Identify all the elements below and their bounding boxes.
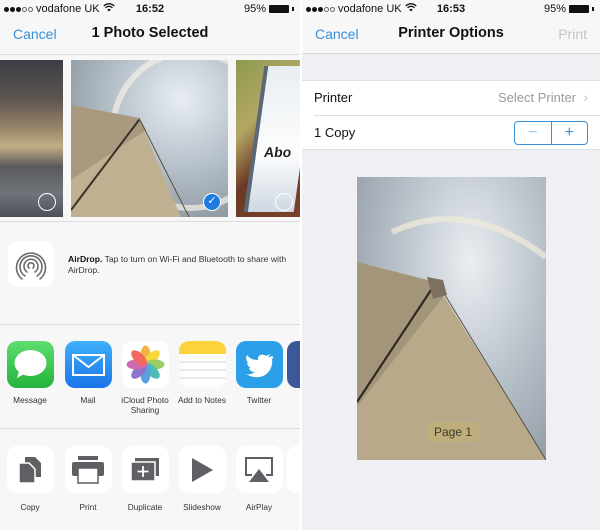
copies-stepper[interactable]: − + [514,121,588,145]
umbrella-image [71,60,228,217]
divider [0,54,300,55]
battery-icon [569,5,589,13]
select-circle[interactable] [38,193,56,211]
divider [0,428,300,429]
cancel-button[interactable]: Cancel [315,26,359,42]
printer-row[interactable]: Printer Select Printer › [302,81,600,115]
airplay-icon [235,446,283,493]
printer-label: Printer [314,90,353,105]
airdrop-section[interactable]: AirDrop. Tap to turn on Wi-Fi and Blueto… [0,225,300,323]
share-app-message[interactable]: Message [1,341,59,405]
increment-button[interactable]: + [552,122,588,144]
share-app-add-to-notes[interactable]: Add to Notes [173,341,231,405]
facebook-icon [287,341,300,388]
mail-icon [64,341,112,388]
print-icon [64,446,112,493]
share-app-icloud-photo-sharing[interactable]: iCloud Photo Sharing [116,341,174,415]
notes-icon [178,341,226,388]
action-airplay[interactable]: AirPlay [230,446,288,512]
decrement-button[interactable]: − [515,122,552,144]
book-image: Abo [243,66,300,212]
airdrop-description: AirDrop. Tap to turn on Wi-Fi and Blueto… [68,254,287,275]
action-slideshow[interactable]: Slideshow [173,446,231,512]
twitter-icon [235,341,283,388]
action-duplicate[interactable]: Duplicate [116,446,174,512]
battery-percent: 95% [243,3,266,15]
preview-image [357,216,546,460]
photo-thumbnail[interactable]: Abo [236,60,300,217]
photos-icon [121,341,169,388]
status-bar: vodafone UK 16:52 95% [0,0,300,18]
printer-options-panel: vodafone UK 16:53 95% Cancel Printer Opt… [302,0,600,530]
photo-thumbnail[interactable] [0,60,63,217]
share-app-facebook[interactable] [287,341,300,388]
slideshow-icon [178,446,226,493]
battery-percent: 95% [543,3,566,15]
cancel-button[interactable]: Cancel [13,26,57,42]
airdrop-icon[interactable] [8,241,54,287]
share-sheet-panel: vodafone UK 16:52 95% Cancel 1 Photo Sel… [0,0,300,530]
action-more[interactable] [287,446,300,493]
divider [0,324,300,325]
share-apps-row[interactable]: Message Mail iCloud Photo Sharing Add to… [0,330,300,425]
status-bar: vodafone UK 16:53 95% [302,0,600,18]
action-print[interactable]: Print [59,446,117,512]
printer-options-table: Printer Select Printer › 1 Copy − + [302,80,600,150]
divider [0,221,300,222]
message-icon [6,341,54,388]
photo-strip[interactable]: ✓ Abo [0,57,300,217]
action-copy[interactable]: Copy [1,446,59,512]
actions-row[interactable]: Copy Print Duplicate Slideshow AirPlay [0,430,300,530]
select-circle[interactable] [275,193,293,211]
share-app-mail[interactable]: Mail [59,341,117,405]
chevron-right-icon: › [583,90,588,105]
checkmark-icon[interactable]: ✓ [203,193,221,211]
battery-icon [269,5,289,13]
battery-indicator: 95% [244,3,294,15]
page-number-badge: Page 1 [427,422,480,442]
copy-icon [6,446,54,493]
copies-label: 1 Copy [314,125,356,140]
copies-row: 1 Copy − + [314,115,600,149]
print-preview[interactable]: Page 1 [357,177,546,460]
battery-indicator: 95% [544,3,594,15]
duplicate-icon [121,446,169,493]
photo-thumbnail-selected[interactable]: ✓ [71,60,228,217]
nav-bar: Cancel 1 Photo Selected [0,18,300,52]
nav-bar: Cancel Printer Options Print [302,18,600,52]
share-app-twitter[interactable]: Twitter [230,341,288,405]
print-button[interactable]: Print [558,26,587,42]
select-printer-link[interactable]: Select Printer › [498,90,588,105]
